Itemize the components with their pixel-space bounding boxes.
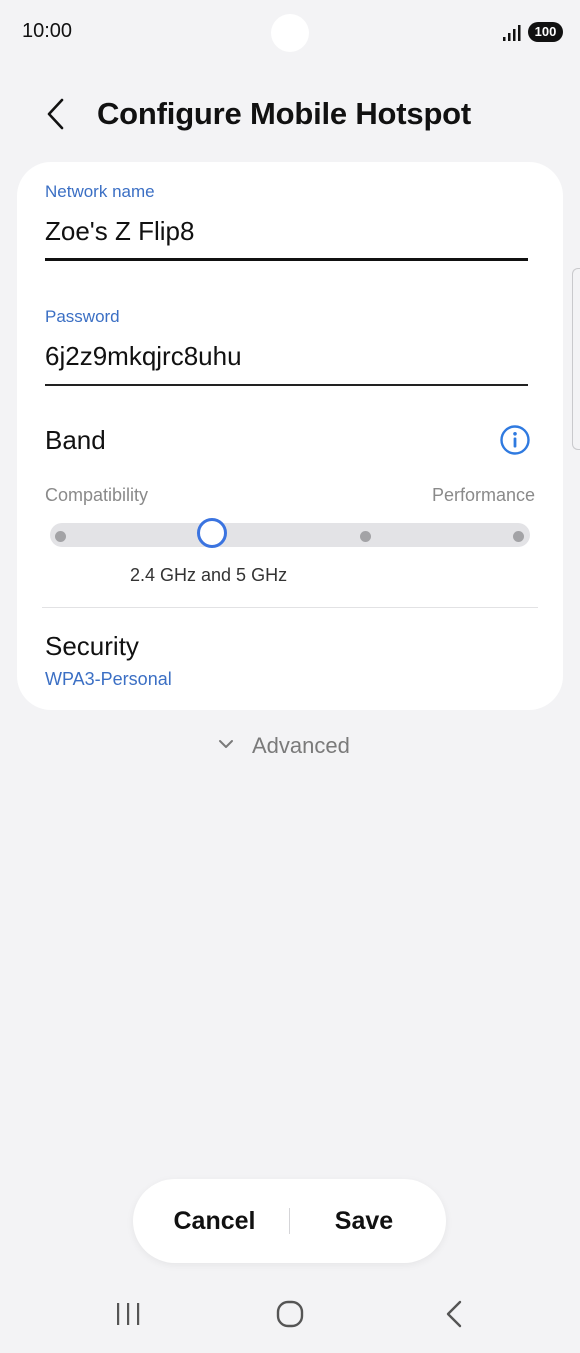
network-name-underline	[45, 258, 528, 261]
band-performance-label: Performance	[431, 485, 535, 505]
network-name-label: Network name	[45, 182, 155, 201]
band-slider-track[interactable]	[50, 523, 530, 547]
edge-panel-handle[interactable]	[572, 268, 580, 450]
band-step-dot	[513, 531, 524, 542]
password-underline	[45, 384, 528, 386]
band-slider-thumb[interactable]	[197, 518, 227, 548]
home-icon[interactable]	[260, 1292, 320, 1336]
security-title: Security	[45, 631, 139, 661]
password-label: Password	[45, 307, 120, 326]
divider	[42, 607, 538, 608]
back-nav-icon[interactable]	[424, 1292, 484, 1336]
cancel-button[interactable]: Cancel	[133, 1179, 296, 1263]
action-bar: Cancel Save	[133, 1179, 446, 1263]
network-name-input[interactable]: Zoe's Z Flip8	[45, 216, 194, 247]
advanced-label: Advanced	[252, 733, 350, 758]
page-title: Configure Mobile Hotspot	[97, 96, 472, 131]
battery-icon: 100	[528, 22, 563, 42]
band-selected-value: 2.4 GHz and 5 GHz	[130, 565, 288, 585]
status-bar: 10:00 100	[0, 0, 580, 64]
camera-cutout	[271, 14, 309, 52]
signal-icon	[503, 25, 521, 41]
status-time: 10:00	[22, 20, 73, 42]
navigation-bar	[0, 1280, 580, 1350]
back-arrow-icon[interactable]	[40, 94, 70, 134]
band-compatibility-label: Compatibility	[45, 485, 149, 505]
advanced-toggle[interactable]: Advanced	[210, 728, 370, 764]
hotspot-settings-card: Network name Zoe's Z Flip8 Password 6j2z…	[17, 162, 563, 710]
info-icon[interactable]	[499, 424, 531, 456]
band-step-dot	[360, 531, 371, 542]
band-step-dot	[55, 531, 66, 542]
recent-apps-icon[interactable]	[98, 1292, 158, 1336]
security-setting[interactable]: Security WPA3-Personal	[17, 617, 563, 697]
security-value: WPA3-Personal	[45, 669, 172, 689]
band-title: Band	[45, 425, 106, 455]
save-button[interactable]: Save	[290, 1179, 438, 1263]
password-input[interactable]: 6j2z9mkqjrc8uhu	[45, 341, 242, 372]
page-header: Configure Mobile Hotspot	[0, 86, 580, 142]
chevron-down-icon	[219, 740, 233, 748]
